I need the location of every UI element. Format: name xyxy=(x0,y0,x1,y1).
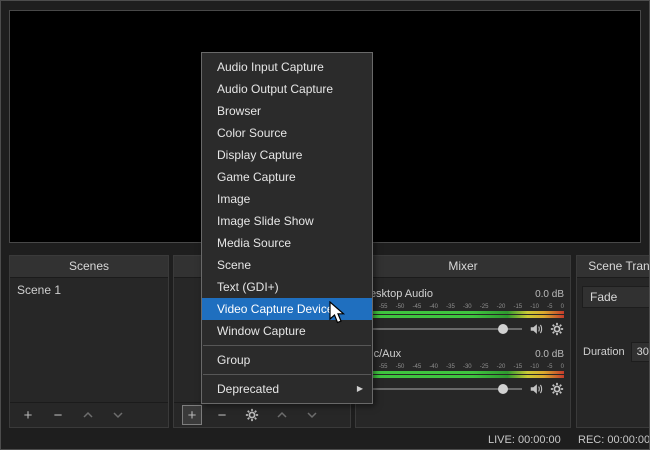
scale-tick: -5 xyxy=(547,364,552,370)
scale-tick: -40 xyxy=(429,364,438,370)
scene-transitions-dock-title: Scene Transitions xyxy=(577,256,650,278)
scenes-dock: Scenes Scene 1 + − xyxy=(9,255,169,428)
scale-tick: -55 xyxy=(379,304,388,310)
volume-slider[interactable] xyxy=(362,383,522,395)
gear-icon xyxy=(245,408,259,422)
scale-tick: -15 xyxy=(513,304,522,310)
volume-slider-handle[interactable] xyxy=(498,324,508,334)
gear-icon xyxy=(550,322,564,336)
volume-meter xyxy=(362,371,564,378)
mixer-dock-title: Mixer xyxy=(356,256,570,278)
menu-separator xyxy=(203,374,371,375)
status-live-time: LIVE: 00:00:00 xyxy=(488,434,561,446)
scale-tick: -40 xyxy=(429,304,438,310)
menu-item-audio-output-capture[interactable]: Audio Output Capture xyxy=(202,78,372,100)
add-source-menu: Audio Input Capture Audio Output Capture… xyxy=(201,52,373,404)
scale-tick: -35 xyxy=(446,304,455,310)
track-db-value: 0.0 dB xyxy=(535,349,564,360)
duration-spinbox[interactable]: 300 xyxy=(631,342,650,362)
menu-item-audio-input-capture[interactable]: Audio Input Capture xyxy=(202,56,372,78)
speaker-icon xyxy=(529,322,543,336)
scale-tick: -5 xyxy=(547,304,552,310)
move-scene-down-button[interactable] xyxy=(108,405,128,425)
scale-tick: -45 xyxy=(412,304,421,310)
source-properties-button[interactable] xyxy=(242,405,262,425)
menu-item-image-slide-show[interactable]: Image Slide Show xyxy=(202,210,372,232)
track-settings-button[interactable] xyxy=(550,322,564,336)
menu-separator xyxy=(203,345,371,346)
scale-tick: 0 xyxy=(561,364,564,370)
scale-tick: -35 xyxy=(446,364,455,370)
scale-tick: -25 xyxy=(480,304,489,310)
menu-item-browser[interactable]: Browser xyxy=(202,100,372,122)
scale-tick: -30 xyxy=(463,304,472,310)
scale-tick: -50 xyxy=(396,364,405,370)
chevron-down-icon xyxy=(112,409,124,421)
db-scale: -60-55-50-45-40-35-30-25-20-15-10-50 xyxy=(362,304,564,310)
scale-tick: -55 xyxy=(379,364,388,370)
menu-item-game-capture[interactable]: Game Capture xyxy=(202,166,372,188)
chevron-up-icon xyxy=(276,409,288,421)
remove-source-button[interactable]: − xyxy=(212,405,232,425)
scale-tick: -25 xyxy=(480,364,489,370)
track-settings-button[interactable] xyxy=(550,382,564,396)
chevron-up-icon xyxy=(82,409,94,421)
volume-slider[interactable] xyxy=(362,323,522,335)
gear-icon xyxy=(550,382,564,396)
track-db-value: 0.0 dB xyxy=(535,289,564,300)
scale-tick: -45 xyxy=(412,364,421,370)
chevron-down-icon xyxy=(306,409,318,421)
scale-tick: -20 xyxy=(497,364,506,370)
menu-item-display-capture[interactable]: Display Capture xyxy=(202,144,372,166)
menu-item-image[interactable]: Image xyxy=(202,188,372,210)
scene-transitions-dock: Scene Transitions Fade Duration 300 xyxy=(576,255,650,428)
move-source-down-button[interactable] xyxy=(302,405,322,425)
volume-slider-handle[interactable] xyxy=(498,384,508,394)
volume-meter xyxy=(362,311,564,318)
scale-tick: -20 xyxy=(497,304,506,310)
move-source-up-button[interactable] xyxy=(272,405,292,425)
scale-tick: -50 xyxy=(396,304,405,310)
scale-tick: -15 xyxy=(513,364,522,370)
cursor-arrow-icon xyxy=(328,301,350,325)
scale-tick: -30 xyxy=(463,364,472,370)
menu-item-color-source[interactable]: Color Source xyxy=(202,122,372,144)
duration-label: Duration xyxy=(583,346,625,358)
scenes-toolbar: + − xyxy=(10,402,168,427)
scale-tick: -10 xyxy=(530,364,539,370)
add-source-button[interactable]: + xyxy=(182,405,202,425)
speaker-icon xyxy=(529,382,543,396)
transition-select[interactable]: Fade xyxy=(582,286,650,308)
scale-tick: 0 xyxy=(561,304,564,310)
obs-main-window: Scenes Scene 1 + − + − xyxy=(0,0,650,450)
menu-item-text-gdi[interactable]: Text (GDI+) xyxy=(202,276,372,298)
sources-toolbar: + − xyxy=(174,402,350,427)
submenu-arrow-icon: ▶ xyxy=(357,378,363,400)
mute-button[interactable] xyxy=(529,382,543,396)
mute-button[interactable] xyxy=(529,322,543,336)
menu-item-deprecated[interactable]: Deprecated ▶ xyxy=(202,378,372,400)
db-scale: -60-55-50-45-40-35-30-25-20-15-10-50 xyxy=(362,364,564,370)
scale-tick: -10 xyxy=(530,304,539,310)
remove-scene-button[interactable]: − xyxy=(48,405,68,425)
mouse-cursor xyxy=(328,301,350,325)
scene-list-item[interactable]: Scene 1 xyxy=(10,278,168,302)
menu-item-group[interactable]: Group xyxy=(202,349,372,371)
add-scene-button[interactable]: + xyxy=(18,405,38,425)
menu-item-media-source[interactable]: Media Source xyxy=(202,232,372,254)
status-rec-time: REC: 00:00:00 xyxy=(578,434,650,446)
mixer-track-mic-aux: Mic/Aux 0.0 dB -60-55-50-45-40-35-30-25-… xyxy=(362,348,564,400)
mixer-track-desktop-audio: Desktop Audio 0.0 dB -60-55-50-45-40-35-… xyxy=(362,288,564,340)
menu-item-scene[interactable]: Scene xyxy=(202,254,372,276)
move-scene-up-button[interactable] xyxy=(78,405,98,425)
mixer-dock: Mixer Desktop Audio 0.0 dB -60-55-50-45-… xyxy=(355,255,571,428)
scenes-dock-title: Scenes xyxy=(10,256,168,278)
